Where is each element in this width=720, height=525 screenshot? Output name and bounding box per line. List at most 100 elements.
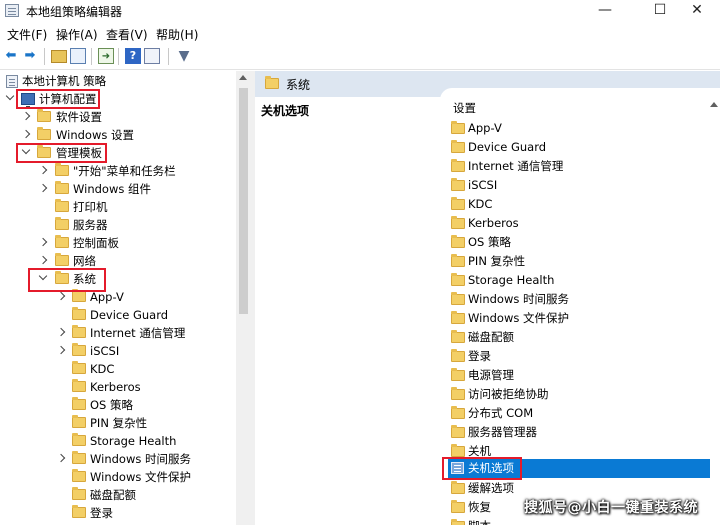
list-item[interactable]: PIN 复杂性: [448, 252, 710, 271]
help-icon[interactable]: ?: [125, 48, 141, 64]
folder-icon: [451, 330, 465, 343]
folder-icon: [451, 311, 465, 324]
chevron-right-icon[interactable]: [21, 129, 31, 139]
tree-label: Internet 通信管理: [90, 326, 186, 340]
folder-icon: [72, 325, 86, 338]
chevron-right-icon[interactable]: [56, 345, 66, 355]
tree-label: Device Guard: [90, 308, 169, 322]
folder-icon: [451, 140, 465, 153]
close-button[interactable]: ✕: [674, 0, 720, 22]
tree-item-system-child[interactable]: Kerberos: [0, 378, 236, 396]
folder-icon: [37, 109, 51, 122]
folder-icon: [72, 307, 86, 320]
scroll-up-icon[interactable]: [239, 75, 247, 80]
list-item[interactable]: Kerberos: [448, 214, 710, 233]
folder-icon: [451, 178, 465, 191]
list-item[interactable]: Storage Health: [448, 271, 710, 290]
window-title: 本地组策略编辑器: [26, 5, 123, 19]
column-header-settings[interactable]: 设置: [453, 100, 476, 116]
tree-item-system-child[interactable]: Windows 时间服务: [0, 450, 236, 468]
tree-item-windows-components[interactable]: Windows 组件: [0, 180, 236, 198]
chevron-right-icon[interactable]: [38, 183, 48, 193]
tree-item-system-child[interactable]: 登录: [0, 504, 236, 522]
tree-item-system-child[interactable]: PIN 复杂性: [0, 414, 236, 432]
policy-icon: [6, 75, 18, 88]
tree-item-printers[interactable]: 打印机: [0, 198, 236, 216]
chevron-right-icon[interactable]: [56, 291, 66, 301]
tree-item-system-child[interactable]: OS 策略: [0, 396, 236, 414]
tree-item-system-child[interactable]: Storage Health: [0, 432, 236, 450]
folder-icon: [451, 254, 465, 267]
menu-file[interactable]: 文件(F): [7, 26, 47, 43]
properties-icon[interactable]: [144, 48, 160, 64]
tree-item-system-child[interactable]: 磁盘配额: [0, 486, 236, 504]
filter-icon[interactable]: ▼: [176, 48, 192, 64]
list-item[interactable]: OS 策略: [448, 233, 710, 252]
list-item[interactable]: 脚本: [448, 517, 710, 525]
list-item[interactable]: 分布式 COM: [448, 404, 710, 423]
policy-editor-icon: [5, 4, 19, 17]
tree-label: 打印机: [73, 200, 108, 214]
show-hide-tree-icon[interactable]: [70, 48, 86, 64]
forward-arrow-icon[interactable]: ➡: [22, 48, 38, 64]
up-folder-icon[interactable]: [51, 50, 67, 63]
folder-icon: [55, 181, 69, 194]
chevron-right-icon[interactable]: [56, 453, 66, 463]
list-item[interactable]: Windows 时间服务: [448, 290, 710, 309]
tree-item-root[interactable]: 本地计算机 策略: [0, 72, 236, 90]
tree-label: OS 策略: [90, 398, 134, 412]
list-item[interactable]: App-V: [448, 119, 710, 138]
tree-item-system-child[interactable]: Windows 文件保护: [0, 468, 236, 486]
highlight-box-shutdown-options: [442, 457, 522, 480]
tree-item-system-child[interactable]: Internet 通信管理: [0, 324, 236, 342]
tree-item-server[interactable]: 服务器: [0, 216, 236, 234]
folder-icon: [72, 343, 86, 356]
folder-icon: [72, 487, 86, 500]
list-item[interactable]: 服务器管理器: [448, 423, 710, 442]
navigation-tree: 本地计算机 策略 计算机配置 软件设置 Windows 设置 管理模板 "开始"…: [0, 71, 236, 525]
tree-item-system-child[interactable]: Device Guard: [0, 306, 236, 324]
tree-item-start-menu[interactable]: "开始"菜单和任务栏: [0, 162, 236, 180]
tree-item-software-settings[interactable]: 软件设置: [0, 108, 236, 126]
menu-view[interactable]: 查看(V): [106, 26, 148, 43]
menu-bar: 文件(F) 操作(A) 查看(V) 帮助(H): [0, 23, 720, 43]
scroll-up-icon[interactable]: [710, 102, 718, 107]
chevron-right-icon[interactable]: [38, 237, 48, 247]
tree-label: 本地计算机 策略: [22, 74, 107, 88]
minimize-button[interactable]: —: [582, 0, 628, 22]
chevron-right-icon[interactable]: [21, 111, 31, 121]
scrollbar-thumb[interactable]: [239, 88, 248, 314]
tree-item-windows-settings[interactable]: Windows 设置: [0, 126, 236, 144]
folder-icon: [451, 216, 465, 229]
tree-item-control-panel[interactable]: 控制面板: [0, 234, 236, 252]
chevron-down-icon[interactable]: [5, 91, 15, 101]
export-list-icon[interactable]: ➜: [98, 48, 114, 64]
tree-item-system-child[interactable]: iSCSI: [0, 342, 236, 360]
list-item[interactable]: Internet 通信管理: [448, 157, 710, 176]
list-item[interactable]: 缓解选项: [448, 479, 710, 498]
chevron-right-icon[interactable]: [56, 327, 66, 337]
tree-scrollbar[interactable]: [236, 71, 251, 525]
chevron-right-icon[interactable]: [38, 165, 48, 175]
folder-icon: [451, 387, 465, 400]
list-item[interactable]: 登录: [448, 347, 710, 366]
menu-help[interactable]: 帮助(H): [156, 26, 198, 43]
folder-icon: [265, 76, 279, 89]
chevron-right-icon[interactable]: [38, 255, 48, 265]
list-item[interactable]: iSCSI: [448, 176, 710, 195]
list-item[interactable]: Windows 文件保护: [448, 309, 710, 328]
back-arrow-icon[interactable]: ⬅: [3, 48, 19, 64]
list-item[interactable]: Device Guard: [448, 138, 710, 157]
list-item[interactable]: 磁盘配额: [448, 328, 710, 347]
list-item[interactable]: 访问被拒绝协助: [448, 385, 710, 404]
menu-action[interactable]: 操作(A): [56, 26, 98, 43]
folder-icon: [55, 235, 69, 248]
folder-icon: [451, 500, 465, 513]
list-item[interactable]: 电源管理: [448, 366, 710, 385]
tree-item-system-child[interactable]: KDC: [0, 360, 236, 378]
highlight-box-system: [28, 268, 106, 292]
tree-label: 登录: [90, 506, 113, 520]
tree-label: KDC: [90, 362, 115, 376]
list-item[interactable]: KDC: [448, 195, 710, 214]
tree-label: PIN 复杂性: [90, 416, 148, 430]
